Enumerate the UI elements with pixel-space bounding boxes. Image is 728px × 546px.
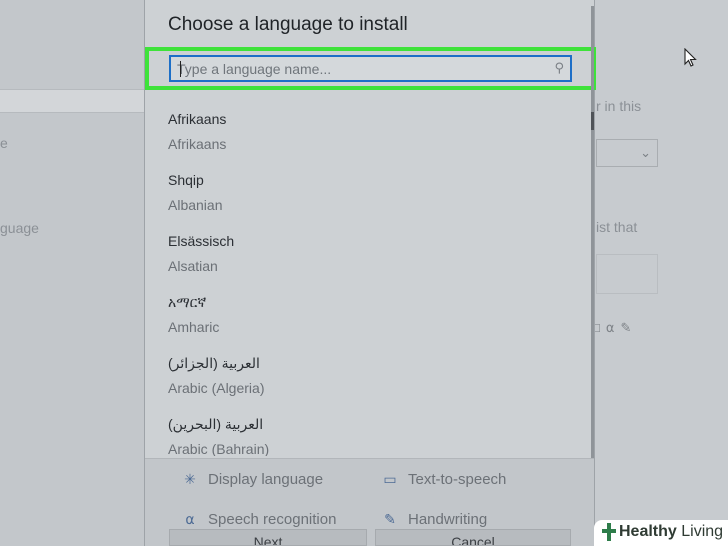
handwriting-icon: ✎ — [384, 511, 396, 527]
language-native-name: Afrikaans — [168, 111, 227, 127]
language-english-name: Alsatian — [168, 258, 218, 274]
feature-label: Display language — [208, 471, 324, 488]
language-native-name: العربية (البحرين) — [168, 416, 264, 432]
next-button[interactable]: Next — [169, 529, 367, 546]
healthy-living-logo-icon — [602, 523, 616, 541]
choose-language-dialog: Choose a language to install ⚲ Afrikaans… — [144, 0, 596, 546]
settings-text-fragment: r in this — [596, 98, 642, 114]
chevron-down-icon: ⌄ — [640, 145, 651, 160]
language-native-name: Elsässisch — [168, 233, 235, 249]
language-english-name: Afrikaans — [168, 136, 227, 152]
settings-sidebar — [0, 0, 144, 546]
handwriting-icon: ✎ — [620, 320, 638, 335]
text-to-speech-icon: ▭ — [383, 471, 397, 487]
feature-label: Speech recognition — [208, 511, 337, 528]
scrollbar-thumb[interactable] — [591, 112, 594, 130]
language-native-name: አማርኛ — [168, 294, 207, 310]
settings-text-fragment: ist that — [596, 219, 638, 235]
language-native-name: العربية (الجزائر) — [168, 355, 260, 371]
settings-list-box — [596, 254, 658, 294]
sidebar-text-fragment: e — [0, 135, 8, 151]
settings-dropdown[interactable]: ⌄ — [596, 139, 658, 167]
feature-speech-recognition: ⍺ Speech recognition — [181, 511, 336, 528]
microphone-icon: ⍺ — [605, 320, 621, 335]
language-english-name: Arabic (Algeria) — [168, 380, 265, 396]
list-item[interactable]: العربية (الجزائر) Arabic (Algeria) — [168, 348, 568, 409]
search-icon[interactable]: ⚲ — [554, 60, 564, 76]
feature-text-to-speech: ▭ Text-to-speech — [381, 471, 506, 488]
language-native-name: Shqip — [168, 172, 204, 188]
language-search-box[interactable]: ⚲ — [169, 55, 572, 82]
list-item[interactable]: Afrikaans Afrikaans — [168, 104, 568, 165]
feature-label: Handwriting — [408, 511, 488, 528]
display-language-icon: ✳ — [184, 471, 196, 487]
text-caret — [180, 61, 181, 77]
list-item[interactable]: العربية (البحرين) Arabic (Bahrain) — [168, 409, 568, 456]
language-feature-icons: □⍺✎ — [592, 320, 637, 336]
language-english-name: Amharic — [168, 319, 220, 335]
mouse-cursor-icon — [684, 48, 697, 67]
sidebar-text-fragment: guage — [0, 220, 39, 236]
language-english-name: Arabic (Bahrain) — [168, 441, 270, 456]
list-item[interactable]: አማርኛ Amharic — [168, 287, 568, 348]
list-item[interactable]: Elsässisch Alsatian — [168, 226, 568, 287]
feature-display-language: ✳ Display language — [181, 471, 323, 488]
language-search-input[interactable] — [177, 60, 537, 78]
feature-label: Text-to-speech — [408, 471, 507, 488]
cancel-button[interactable]: Cancel — [375, 529, 571, 546]
microphone-icon: ⍺ — [185, 511, 195, 527]
list-item[interactable]: Shqip Albanian — [168, 165, 568, 226]
dialog-title: Choose a language to install — [168, 14, 408, 35]
feature-handwriting: ✎ Handwriting — [381, 511, 487, 528]
language-list: Afrikaans Afrikaans Shqip Albanian Elsäs… — [168, 104, 568, 456]
scrollbar-track[interactable] — [591, 6, 594, 492]
sidebar-selected-band — [0, 89, 144, 113]
watermark-text: Healthy Living — [619, 523, 724, 540]
healthy-living-watermark: Healthy Living — [594, 520, 728, 546]
language-english-name: Albanian — [168, 197, 223, 213]
